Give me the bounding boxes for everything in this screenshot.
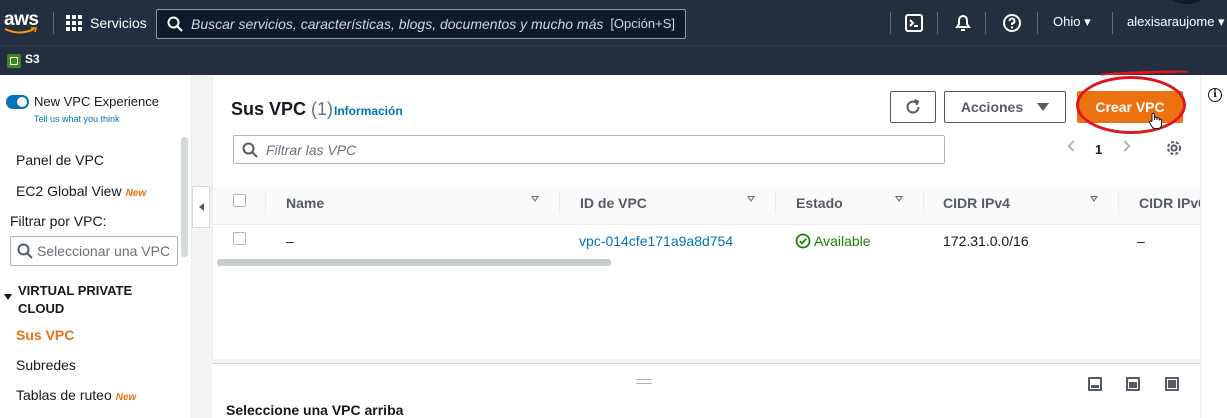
vpc-filter-placeholder: Seleccionar una VPC	[37, 243, 171, 259]
sidebar-item-your-vpcs[interactable]: Sus VPC	[16, 327, 74, 343]
search-shortcut: [Opción+S]	[610, 16, 675, 31]
column-header-status[interactable]: Estado	[796, 195, 843, 211]
column-divider	[559, 192, 560, 214]
select-all-checkbox[interactable]	[233, 194, 246, 207]
column-divider	[775, 192, 776, 214]
actions-label: Acciones	[960, 99, 1024, 115]
sort-icon[interactable]	[531, 196, 539, 202]
nav-divider	[53, 12, 54, 34]
account-menu[interactable]: alexisaraujome ▾	[1127, 14, 1225, 30]
column-header-cidr-ipv4[interactable]: CIDR IPv4	[943, 195, 1010, 211]
annotation-circle	[1076, 76, 1186, 134]
collapse-sidebar-button[interactable]	[192, 186, 210, 228]
caret-down-icon[interactable]	[4, 294, 12, 300]
previous-page-icon[interactable]	[1067, 140, 1079, 152]
search-placeholder: Buscar servicios, características, blogs…	[191, 16, 604, 32]
sidebar-item-ec2-global-view[interactable]: EC2 Global View New	[16, 183, 146, 199]
filter-by-vpc-label: Filtrar por VPC:	[10, 213, 107, 229]
split-bottom-icon[interactable]	[1088, 377, 1102, 391]
bell-icon[interactable]	[953, 13, 973, 33]
page-title: Sus VPC (1)	[231, 99, 333, 120]
vpc-count: (1)	[311, 99, 334, 119]
help-icon[interactable]	[1002, 13, 1022, 33]
nav-divider	[890, 12, 891, 34]
column-header-name[interactable]: Name	[286, 195, 324, 211]
top-navigation: aws Servicios Buscar servicios, caracter…	[0, 0, 1227, 45]
column-header-vpc-id[interactable]: ID de VPC	[580, 195, 647, 211]
help-rail: i	[1200, 75, 1227, 418]
new-experience-label: New VPC Experience	[34, 94, 159, 109]
search-icon	[242, 142, 258, 158]
nav-divider	[937, 12, 938, 34]
sidebar-item-route-tables[interactable]: Tablas de ruteo New	[16, 387, 136, 403]
cell-status: Available	[795, 233, 871, 249]
status-text: Available	[814, 233, 871, 249]
nav-divider	[1037, 12, 1038, 34]
split-panel-title: Seleccione una VPC arriba	[226, 402, 404, 418]
column-divider	[1118, 192, 1119, 214]
sort-icon[interactable]	[895, 196, 903, 202]
sidebar-item-label: Tablas de ruteo	[16, 387, 112, 403]
next-page-icon[interactable]	[1119, 140, 1131, 152]
column-divider	[923, 192, 924, 214]
split-full-icon[interactable]	[1165, 377, 1179, 391]
caret-down-icon	[1037, 103, 1050, 111]
check-circle-icon	[795, 233, 811, 249]
gear-icon[interactable]	[1165, 139, 1183, 157]
column-header-cidr-ipv6[interactable]: CIDR IPv6	[1139, 195, 1201, 211]
aws-smile-icon	[4, 27, 38, 34]
nav-divider	[985, 12, 986, 34]
s3-icon[interactable]	[7, 54, 21, 68]
search-icon	[167, 16, 183, 32]
refresh-icon	[906, 99, 920, 114]
refresh-button[interactable]	[890, 91, 936, 123]
new-badge: New	[125, 188, 147, 199]
sidebar-item-vpc-dashboard[interactable]: Panel de VPC	[16, 152, 104, 168]
column-divider	[265, 192, 266, 214]
search-icon	[17, 243, 33, 259]
nav-divider	[1112, 12, 1113, 34]
split-panel: Seleccione una VPC arriba	[212, 363, 1200, 418]
side-navigation: New VPC Experience Tell us what you thin…	[0, 75, 192, 418]
filter-placeholder: Filtrar las VPC	[266, 141, 357, 158]
global-search-input[interactable]: Buscar servicios, características, blogs…	[156, 9, 686, 39]
favorites-bar	[0, 45, 1227, 75]
cell-name: –	[286, 233, 294, 249]
info-icon[interactable]: i	[1208, 88, 1222, 102]
vpc-list-panel: Sus VPC (1) Información Acciones Crear V…	[212, 75, 1201, 359]
new-badge: New	[115, 392, 137, 403]
info-link[interactable]: Información	[334, 104, 403, 118]
grid-icon	[66, 15, 82, 31]
page-title-text: Sus VPC	[231, 99, 307, 119]
table-horizontal-scrollbar[interactable]	[217, 259, 611, 266]
vpc-filter-input[interactable]: Filtrar las VPC	[233, 135, 945, 164]
cell-vpc-id-link[interactable]: vpc-014cfe171a9a8d754	[579, 233, 733, 249]
s3-favorite-label[interactable]: S3	[25, 52, 40, 66]
split-side-icon[interactable]	[1126, 377, 1140, 391]
feedback-link[interactable]: Tell us what you think	[34, 114, 120, 124]
section-virtual-private-cloud[interactable]: VIRTUAL PRIVATE CLOUD	[18, 282, 148, 318]
actions-dropdown-button[interactable]: Acciones	[944, 91, 1066, 123]
table-header	[213, 187, 1201, 225]
sort-icon[interactable]	[1090, 196, 1098, 202]
sidebar-item-label: EC2 Global View	[16, 183, 122, 199]
new-experience-toggle[interactable]	[6, 95, 29, 109]
services-label: Servicios	[90, 15, 147, 31]
webcam-overlay	[1168, 0, 1206, 4]
sidebar-scrollbar[interactable]	[181, 137, 188, 257]
sort-icon[interactable]	[747, 196, 755, 202]
page-number[interactable]: 1	[1095, 142, 1102, 157]
vpc-filter-select[interactable]: Seleccionar una VPC	[10, 236, 178, 266]
resize-handle[interactable]	[636, 379, 652, 384]
cloudshell-icon[interactable]	[904, 13, 924, 33]
aws-logo[interactable]: aws	[4, 9, 44, 37]
services-menu-button[interactable]: Servicios	[66, 12, 147, 34]
row-checkbox[interactable]	[233, 232, 246, 245]
cell-cidr-ipv4: 172.31.0.0/16	[943, 233, 1029, 249]
hand-cursor-icon	[1149, 112, 1163, 129]
sidebar-item-subnets[interactable]: Subredes	[16, 357, 76, 373]
region-selector[interactable]: Ohio ▾	[1053, 14, 1091, 30]
cell-cidr-ipv6: –	[1137, 233, 1145, 249]
